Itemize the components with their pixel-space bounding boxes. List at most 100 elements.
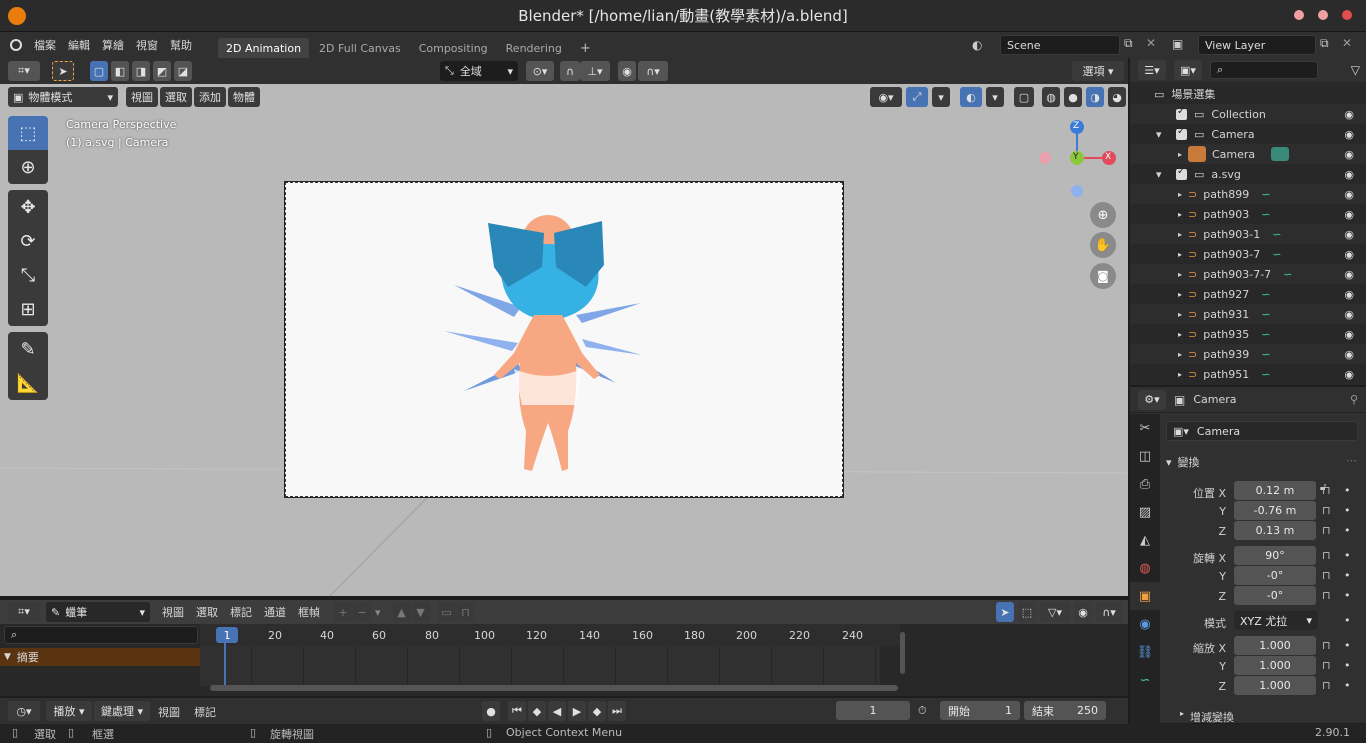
rotate-tool-icon[interactable]: ⟳ xyxy=(8,224,48,258)
stopwatch-icon[interactable]: ⏱ xyxy=(918,704,927,718)
dopesheet-menu-select[interactable]: 選取 xyxy=(190,604,224,620)
material-shading-icon[interactable]: ◑ xyxy=(1086,87,1104,107)
snap-toggle-icon[interactable]: ∩ xyxy=(560,61,580,81)
brush-mode-dropdown[interactable]: ✎ 蠟筆 ▾ xyxy=(46,602,150,622)
record-icon[interactable]: ● xyxy=(482,701,500,721)
view-layer-tab-icon[interactable]: ▨ xyxy=(1130,498,1160,526)
dopesheet-menu-marker[interactable]: 標記 xyxy=(224,604,258,620)
lock-icon[interactable]: ⊓ xyxy=(1322,484,1331,497)
minimize-button[interactable] xyxy=(1294,10,1304,20)
editor-type-icon[interactable]: ⌗▾ xyxy=(8,61,40,81)
filter-icon[interactable]: ▽▾ xyxy=(1040,602,1070,622)
add-workspace-icon[interactable]: + xyxy=(572,38,599,58)
playback-menu[interactable]: 播放 ▾ xyxy=(46,701,92,721)
outliner-row-collection[interactable]: ▭ Collection ◉ xyxy=(1130,104,1366,124)
lock-icon[interactable]: ⊓ xyxy=(1322,679,1331,692)
keying-menu[interactable]: 鍵處理 ▾ xyxy=(94,701,150,721)
scene-tab-icon[interactable]: ◭ xyxy=(1130,526,1160,554)
solid-shading-icon[interactable]: ● xyxy=(1064,87,1082,107)
view-layer-icon[interactable]: ▣ xyxy=(1172,37,1183,51)
chevron-right-icon[interactable]: ▸ xyxy=(1178,350,1188,359)
dopesheet-area[interactable]: ⌕ ▼ 摘要 1 20 40 60 80 100 120 140 160 180… xyxy=(0,624,1128,696)
select-extend-icon[interactable]: ◧ xyxy=(111,61,129,81)
new-scene-icon[interactable]: ⧉ xyxy=(1124,36,1133,51)
outliner-row-path[interactable]: ▸ ⊃ path935 ∽ ◉ xyxy=(1130,324,1366,344)
eye-icon[interactable]: ◉ xyxy=(1344,328,1354,341)
world-tab-icon[interactable]: ◍ xyxy=(1130,554,1160,582)
zoom-icon[interactable]: ⊕ xyxy=(1090,202,1116,228)
rotation-z-field[interactable]: -0° xyxy=(1234,586,1316,605)
chevron-right-icon[interactable]: ▸ xyxy=(1178,250,1188,259)
chevron-down-icon[interactable]: ▾ xyxy=(986,87,1004,107)
lock-icon[interactable]: ⊓ xyxy=(1322,524,1331,537)
current-frame-field[interactable]: 1 xyxy=(836,701,910,720)
chevron-right-icon[interactable]: ▸ xyxy=(1178,210,1188,219)
output-tab-icon[interactable]: ⎙ xyxy=(1130,470,1160,498)
chevron-right-icon[interactable]: ▸ xyxy=(1178,230,1188,239)
checkbox-icon[interactable] xyxy=(1176,166,1187,180)
current-frame-indicator[interactable]: 1 xyxy=(216,627,238,643)
keyframe-dot-icon[interactable]: • xyxy=(1344,484,1351,497)
eye-icon[interactable]: ◉ xyxy=(1344,368,1354,381)
viewport-menu-select[interactable]: 選取 xyxy=(160,87,192,107)
overlays-toggle-icon[interactable]: ◐ xyxy=(960,87,982,107)
move-layer-up-icon[interactable]: ▲ xyxy=(392,602,411,622)
lock-layer-icon[interactable]: ⊓ xyxy=(456,602,475,622)
chevron-right-icon[interactable]: ▸ xyxy=(1178,290,1188,299)
gizmo-toggle-icon[interactable]: ⤢ xyxy=(906,87,928,107)
outliner-root[interactable]: ▭ 場景選集 xyxy=(1130,84,1366,104)
render-tab-icon[interactable]: ◫ xyxy=(1130,442,1160,470)
chevron-right-icon[interactable]: ▸ xyxy=(1178,370,1188,379)
outliner-row-path[interactable]: ▸ ⊃ path903-7 ∽ ◉ xyxy=(1130,244,1366,264)
proportional-edit-icon[interactable]: ◉ xyxy=(618,61,636,81)
menu-help[interactable]: 幫助 xyxy=(164,37,198,53)
close-button[interactable] xyxy=(1342,10,1352,20)
proportional-edit-icon[interactable]: ◉ xyxy=(1074,602,1092,622)
play-icon[interactable]: ▶ xyxy=(568,701,586,721)
chevron-right-icon[interactable]: ▸ xyxy=(1178,150,1188,159)
onion-skin-icon[interactable]: ▭ xyxy=(437,602,456,622)
drag-handle-icon[interactable]: ⋯ xyxy=(1346,454,1357,467)
scene-selector[interactable]: Scene xyxy=(1000,35,1120,55)
chevron-right-icon[interactable]: ▸ xyxy=(1178,310,1188,319)
filter-icon[interactable]: ▽ xyxy=(1351,63,1360,77)
cursor-tool-icon[interactable]: ⊕ xyxy=(8,150,48,184)
falloff-icon[interactable]: ∩▾ xyxy=(1096,602,1122,622)
pan-hand-icon[interactable]: ✋ xyxy=(1090,232,1116,258)
eye-icon[interactable]: ◉ xyxy=(1344,128,1354,141)
prev-keyframe-icon[interactable]: ◆ xyxy=(528,701,546,721)
keyframe-dot-icon[interactable]: • xyxy=(1344,504,1351,517)
keyframe-dot-icon[interactable]: • xyxy=(1344,659,1351,672)
lock-icon[interactable]: ⊓ xyxy=(1322,549,1331,562)
keyframe-dot-icon[interactable]: • xyxy=(1344,639,1351,652)
scale-z-field[interactable]: 1.000 xyxy=(1234,676,1316,695)
eye-icon[interactable]: ◉ xyxy=(1344,108,1354,121)
summary-channel[interactable]: ▼ 摘要 xyxy=(0,648,200,666)
keyframe-dot-icon[interactable]: • xyxy=(1344,524,1351,537)
tool-tab-icon[interactable]: ✂ xyxy=(1130,414,1160,442)
tab-rendering[interactable]: Rendering xyxy=(498,38,570,58)
constraints-tab-icon[interactable]: ⛓ xyxy=(1130,638,1160,666)
keyframe-dot-icon[interactable]: • xyxy=(1344,589,1351,602)
chevron-down-icon[interactable]: ▾ xyxy=(1156,128,1176,141)
eye-icon[interactable]: ◉ xyxy=(1344,208,1354,221)
delta-transform-panel-header[interactable]: ▸ 增減變換 xyxy=(1180,709,1234,725)
delete-scene-icon[interactable]: ✕ xyxy=(1146,36,1156,50)
remove-layer-icon[interactable]: − xyxy=(353,602,371,622)
rotation-x-field[interactable]: 90° xyxy=(1234,546,1316,565)
outliner-row-path[interactable]: ▸ ⊃ path931 ∽ ◉ xyxy=(1130,304,1366,324)
keyframe-grid[interactable] xyxy=(200,646,880,686)
chevron-right-icon[interactable]: ▸ xyxy=(1178,190,1188,199)
rotation-y-field[interactable]: -0° xyxy=(1234,566,1316,585)
start-frame-field[interactable]: 開始 1 xyxy=(940,701,1020,720)
viewport-menu-add[interactable]: 添加 xyxy=(194,87,226,107)
chevron-right-icon[interactable]: ▸ xyxy=(1178,330,1188,339)
lock-icon[interactable]: ⊓ xyxy=(1322,504,1331,517)
rotation-mode-dropdown[interactable]: XYZ 尤拉 ▾ xyxy=(1234,611,1318,630)
falloff-icon[interactable]: ∩▾ xyxy=(638,61,668,81)
select-subtract-icon[interactable]: ◨ xyxy=(132,61,150,81)
options-dropdown[interactable]: 選項 ▾ xyxy=(1072,61,1124,81)
rendered-shading-icon[interactable]: ◕ xyxy=(1108,87,1126,107)
scale-x-field[interactable]: 1.000 xyxy=(1234,636,1316,655)
select-intersect-icon[interactable]: ◪ xyxy=(174,61,192,81)
